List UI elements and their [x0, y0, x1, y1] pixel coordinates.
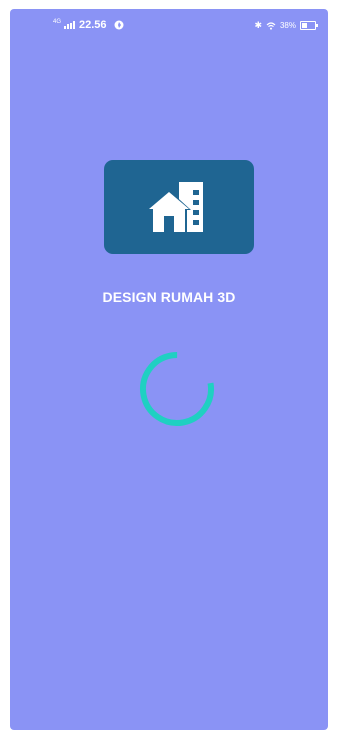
status-bar-right: ✱ 38%: [254, 20, 318, 31]
battery-percent: 38%: [279, 21, 296, 30]
network-type: 4G: [53, 19, 62, 25]
status-time: 22.56: [79, 19, 107, 31]
house-building-icon: [147, 182, 203, 232]
loading-spinner-icon: [140, 352, 214, 426]
app-logo: [104, 160, 254, 254]
bluetooth-icon: ✱: [254, 20, 262, 30]
splash-screen: 4G 22.56 ✱ 38% DESIGN RUMAH 3D: [10, 9, 328, 730]
battery-icon: [300, 21, 318, 30]
status-bar: 4G 22.56 ✱ 38%: [10, 9, 328, 37]
app-title: DESIGN RUMAH 3D: [102, 289, 236, 305]
notification-icon: [114, 20, 124, 30]
battery-fill: [302, 23, 307, 28]
wifi-icon: [266, 21, 276, 30]
status-bar-left: 4G 22.56: [53, 19, 124, 31]
signal-icon: [64, 21, 76, 29]
